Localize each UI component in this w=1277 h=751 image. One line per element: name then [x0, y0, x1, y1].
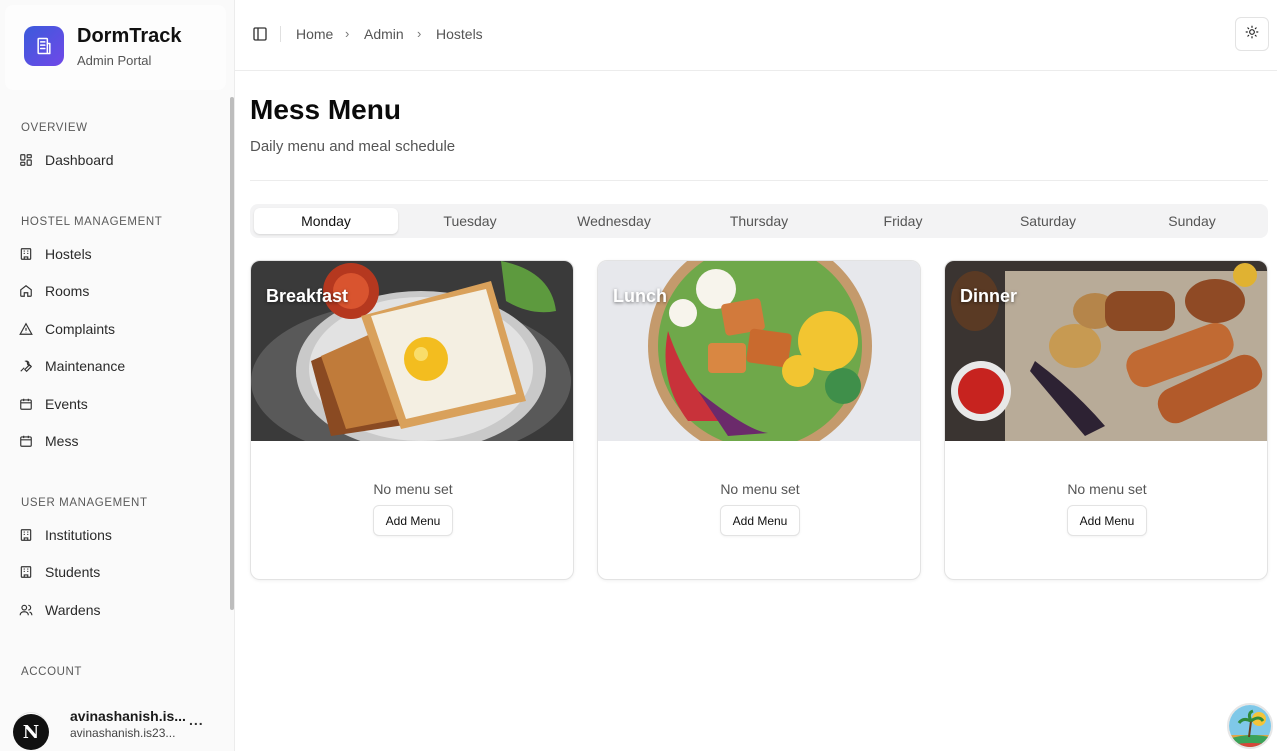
brand-header[interactable]: DormTrack Admin Portal — [5, 5, 226, 90]
building-logo-icon — [24, 26, 64, 66]
tab-thursday[interactable]: Thursday — [687, 208, 831, 234]
calendar-icon — [18, 433, 34, 449]
sidebar-item-label: Hostels — [45, 246, 92, 262]
breadcrumb-current: Hostels — [436, 26, 483, 42]
users-icon — [18, 602, 34, 618]
day-tabs: Monday Tuesday Wednesday Thursday Friday… — [250, 204, 1268, 238]
empty-state-text: No menu set — [720, 481, 800, 497]
section-label-account: ACCOUNT — [21, 666, 83, 678]
brand-title: DormTrack — [77, 25, 182, 47]
meal-card-breakfast: Breakfast No menu set Add Menu — [250, 260, 574, 580]
sidebar-item-label: Institutions — [45, 527, 112, 543]
tab-friday[interactable]: Friday — [831, 208, 975, 234]
sidebar-item-maintenance[interactable]: Maintenance — [14, 350, 224, 382]
sidebar-item-students[interactable]: Students — [14, 556, 224, 588]
sidebar-item-label: Dashboard — [45, 152, 114, 168]
sidebar-item-complaints[interactable]: Complaints — [14, 313, 224, 345]
meal-card-dinner: Dinner No menu set Add Menu — [944, 260, 1268, 580]
chevron-right-icon: › — [345, 26, 350, 41]
tab-saturday[interactable]: Saturday — [976, 208, 1120, 234]
sidebar-item-hostels[interactable]: Hostels — [14, 238, 224, 270]
theme-toggle-button[interactable] — [1235, 17, 1269, 51]
breakfast-image: Breakfast — [251, 261, 573, 441]
sidebar-item-label: Wardens — [45, 602, 101, 618]
building-icon — [18, 246, 34, 262]
more-options-icon[interactable]: ... — [189, 712, 204, 728]
sidebar-item-rooms[interactable]: Rooms — [14, 275, 224, 307]
add-menu-button[interactable]: Add Menu — [1067, 505, 1147, 536]
lunch-image: Lunch — [598, 261, 920, 441]
nextjs-dev-badge-icon[interactable]: N — [13, 714, 49, 750]
sidebar-item-label: Maintenance — [45, 358, 126, 374]
home-icon — [18, 283, 34, 299]
add-menu-button[interactable]: Add Menu — [720, 505, 800, 536]
calendar-icon — [18, 396, 34, 412]
sidebar-item-dashboard[interactable]: Dashboard — [14, 144, 224, 176]
sidebar: DormTrack Admin Portal OVERVIEW Dashboar… — [0, 0, 235, 751]
sidebar-toggle-icon[interactable] — [252, 26, 268, 42]
sidebar-item-mess[interactable]: Mess — [14, 425, 224, 457]
tab-tuesday[interactable]: Tuesday — [398, 208, 542, 234]
page-subtitle: Daily menu and meal schedule — [250, 138, 456, 155]
section-label-overview: OVERVIEW — [21, 122, 88, 134]
sidebar-item-events[interactable]: Events — [14, 388, 224, 420]
section-label-hostel-management: HOSTEL MANAGEMENT — [21, 216, 163, 228]
grid-icon — [18, 152, 34, 168]
sidebar-item-label: Mess — [45, 433, 79, 449]
meal-card-lunch: Lunch No menu set Add Menu — [597, 260, 921, 580]
account-name: avinashanish.is... — [70, 708, 186, 724]
tab-wednesday[interactable]: Wednesday — [542, 208, 686, 234]
account-email: avinashanish.is23... — [70, 726, 176, 740]
page-title: Mess Menu — [250, 94, 401, 125]
brand-subtitle: Admin Portal — [77, 53, 152, 68]
sidebar-item-label: Events — [45, 396, 88, 412]
building-icon — [18, 527, 34, 543]
sidebar-item-label: Rooms — [45, 283, 90, 299]
meal-title: Breakfast — [266, 286, 349, 306]
meal-title: Lunch — [613, 286, 667, 306]
header-divider — [250, 180, 1268, 181]
section-label-user-management: USER MANAGEMENT — [21, 497, 148, 509]
empty-state-text: No menu set — [1067, 481, 1147, 497]
wrench-icon — [18, 358, 34, 374]
header-divider — [280, 26, 281, 42]
tab-monday[interactable]: Monday — [254, 208, 398, 234]
meal-title: Dinner — [960, 286, 1018, 306]
empty-state-text: No menu set — [373, 481, 453, 497]
sun-icon — [1245, 25, 1259, 44]
tab-sunday[interactable]: Sunday — [1120, 208, 1264, 234]
sidebar-item-institutions[interactable]: Institutions — [14, 519, 224, 551]
breadcrumb-admin[interactable]: Admin — [364, 26, 404, 42]
breadcrumb-home[interactable]: Home — [296, 26, 333, 42]
sidebar-item-label: Students — [45, 564, 101, 580]
chevron-right-icon: › — [417, 26, 422, 41]
sidebar-scrollbar[interactable] — [230, 97, 234, 610]
sidebar-item-label: Complaints — [45, 321, 116, 337]
building-icon — [18, 564, 34, 580]
add-menu-button[interactable]: Add Menu — [373, 505, 453, 536]
alert-triangle-icon — [18, 321, 34, 337]
floating-avatar[interactable] — [1227, 703, 1273, 749]
sidebar-item-wardens[interactable]: Wardens — [14, 594, 224, 626]
dinner-image: Dinner — [945, 261, 1267, 441]
topbar: Home › Admin › Hostels — [235, 0, 1277, 71]
